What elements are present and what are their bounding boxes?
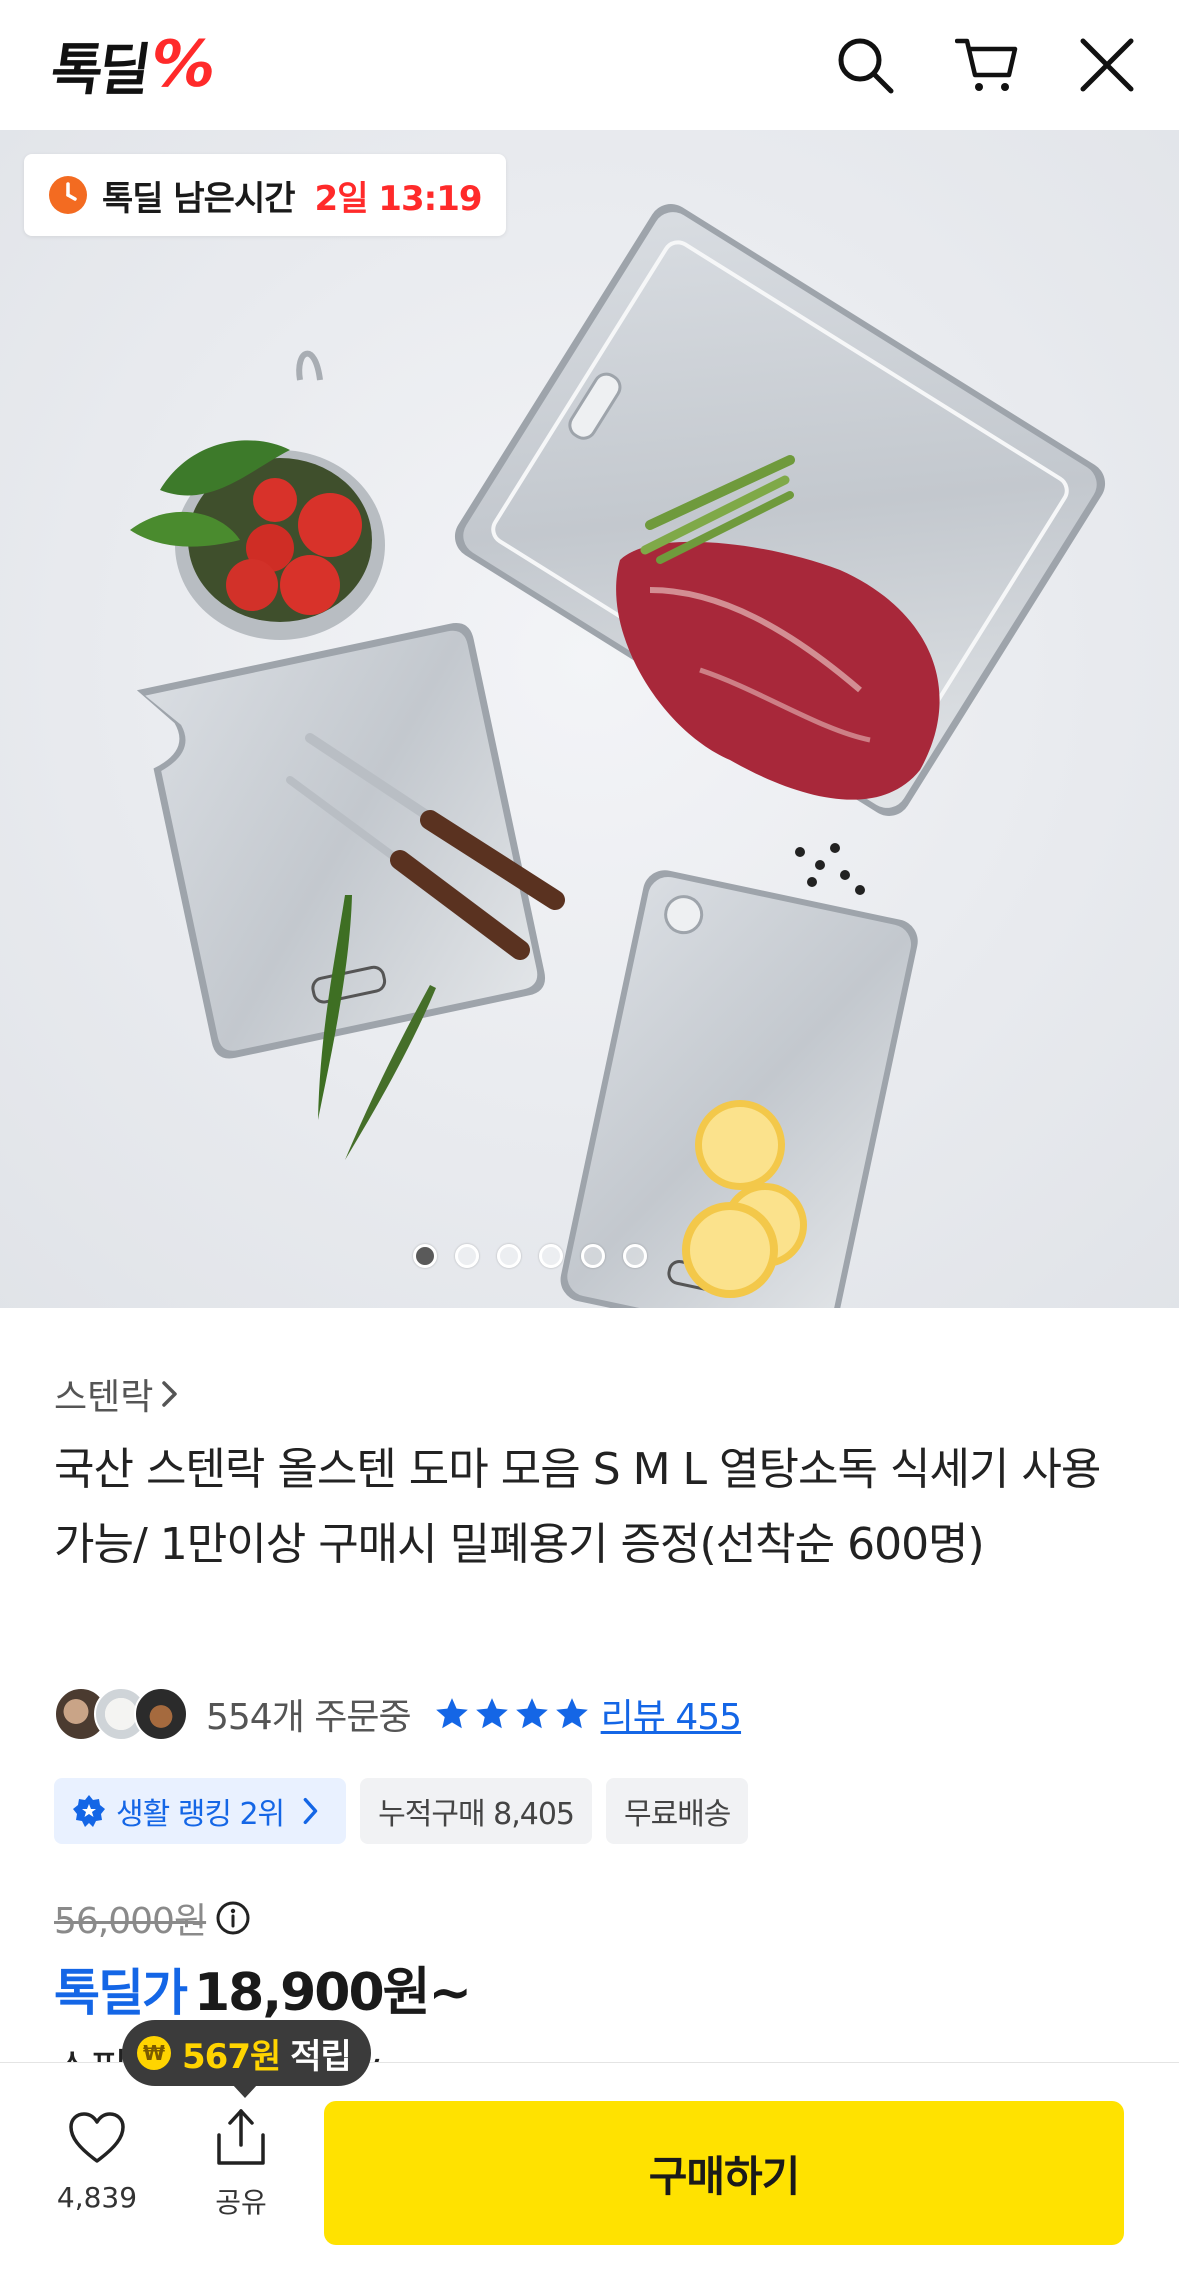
favorite-button[interactable]: 4,839	[52, 2111, 142, 2214]
brand-link[interactable]: 스텐락	[54, 1368, 181, 1420]
cart-icon[interactable]	[952, 30, 1022, 100]
chevron-right-icon	[303, 1797, 318, 1825]
star-icon	[555, 1698, 588, 1729]
product-image-carousel[interactable]: 톡딜 남은시간 2일 13:19	[0, 130, 1179, 1308]
star-icon	[435, 1698, 468, 1729]
points-tooltip: ₩ 567원 적립	[122, 2020, 371, 2098]
logo-text: 톡딜	[46, 37, 151, 103]
favorite-count: 4,839	[56, 2181, 138, 2214]
svg-text:₩: ₩	[143, 2041, 165, 2065]
original-price: 56,000원	[54, 1892, 252, 1944]
free-shipping-badge: 무료배송	[606, 1778, 749, 1844]
carousel-dot[interactable]	[454, 1244, 479, 1268]
close-icon[interactable]	[1072, 30, 1142, 100]
carousel-dot[interactable]	[538, 1244, 563, 1268]
star-icon	[475, 1698, 508, 1729]
info-icon[interactable]	[214, 1899, 252, 1937]
social-proof-row: 554개 주문중 리뷰 455	[54, 1680, 742, 1748]
talkdeal-logo[interactable]: 톡딜 %	[47, 28, 222, 103]
original-price-value: 56,000원	[54, 1901, 207, 1942]
deal-price-value: 18,900원~	[194, 1963, 472, 2023]
review-link[interactable]: 리뷰 455	[601, 1688, 742, 1740]
deal-price-label: 톡딜가	[54, 1964, 188, 2022]
share-label: 공유	[215, 2186, 267, 2219]
carousel-dot[interactable]	[496, 1244, 521, 1268]
clock-icon	[49, 176, 87, 214]
bottom-action-bar: 4,839 공유 구매하기	[0, 2062, 1179, 2277]
app-header: 톡딜 %	[0, 0, 1179, 130]
star-icon	[515, 1698, 548, 1729]
brand-name: 스텐락	[54, 1377, 154, 1418]
coin-icon: ₩	[137, 2036, 171, 2070]
search-icon[interactable]	[830, 30, 900, 100]
logo-symbol: %	[144, 28, 222, 102]
share-icon	[217, 2109, 265, 2165]
share-button[interactable]: 공유	[196, 2107, 286, 2221]
timer-label: 톡딜 남은시간	[102, 178, 296, 219]
chevron-right-icon	[162, 1381, 178, 1407]
points-value: 567원	[182, 2036, 281, 2077]
ranking-badge[interactable]: 생활 랭킹 2위	[54, 1778, 347, 1844]
product-title: 국산 스텐락 올스텐 도마 모음 S M L 열탕소독 식세기 사용 가능/ 1…	[54, 1444, 1101, 1570]
points-label: 적립	[290, 2036, 352, 2077]
carousel-dot[interactable]	[412, 1244, 437, 1268]
ranking-label: 생활 랭킹 2위	[116, 1797, 285, 1832]
carousel-dot[interactable]	[580, 1244, 605, 1268]
buy-button[interactable]: 구매하기	[324, 2101, 1124, 2245]
deal-timer: 톡딜 남은시간 2일 13:19	[24, 154, 506, 236]
buyer-avatars	[54, 1685, 194, 1743]
rating-stars	[433, 1695, 591, 1733]
deal-price: 톡딜가 18,900원~	[54, 1950, 472, 2025]
heart-icon	[69, 2112, 125, 2163]
carousel-indicator	[0, 1244, 1179, 1268]
timer-value: 2일 13:19	[314, 178, 483, 219]
badge-row: 생활 랭킹 2위 누적구매 8,405 무료배송	[54, 1778, 749, 1844]
avatar	[134, 1687, 188, 1741]
carousel-dot[interactable]	[622, 1244, 647, 1268]
order-count: 554개 주문중	[206, 1697, 412, 1738]
product-photo	[0, 130, 1179, 1308]
ranking-icon	[73, 1795, 105, 1827]
cumulative-purchase-badge: 누적구매 8,405	[360, 1778, 592, 1844]
